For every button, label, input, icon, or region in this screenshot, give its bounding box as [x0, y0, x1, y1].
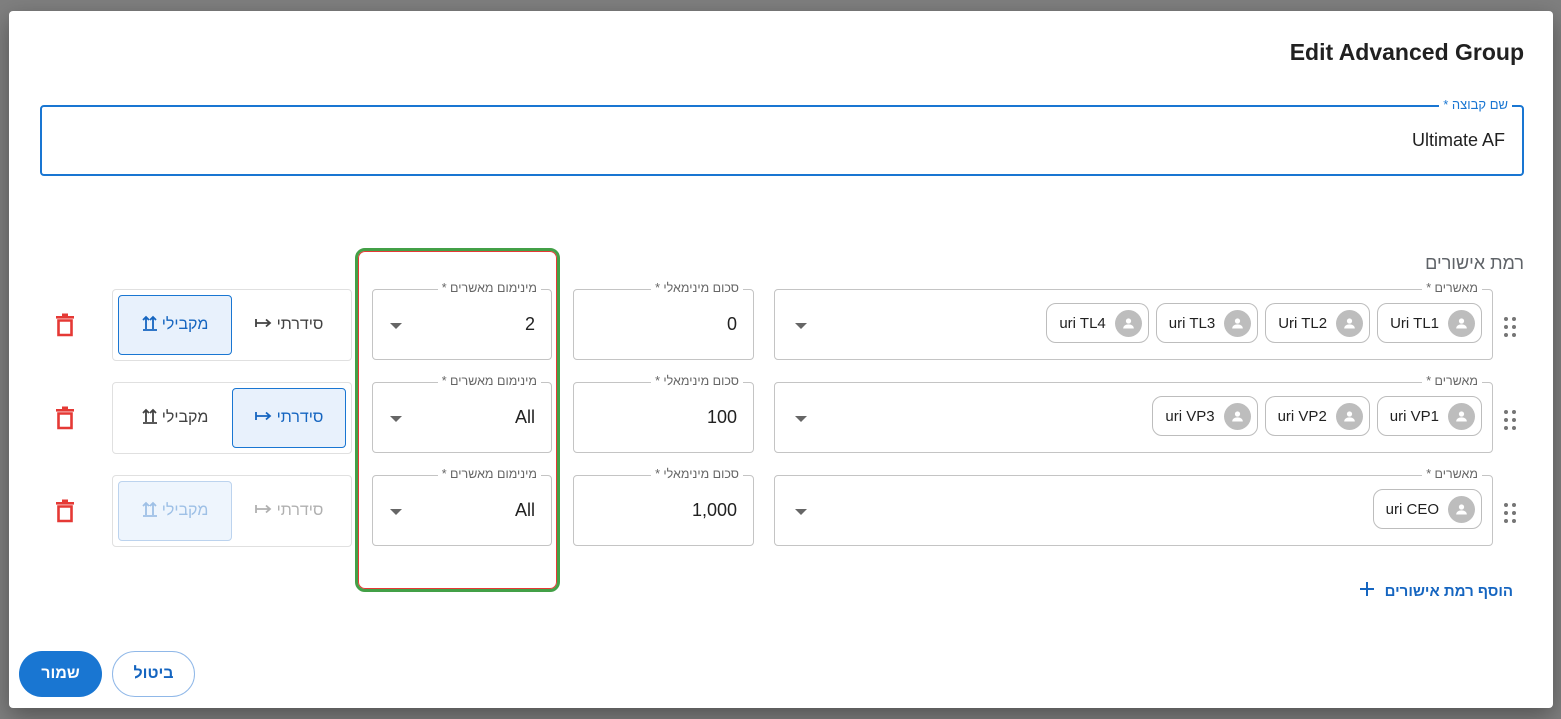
dropdown-arrow-icon[interactable]: [795, 416, 807, 422]
min-amount-field[interactable]: סכום מינימאלי * 100: [573, 374, 754, 453]
dropdown-arrow-icon[interactable]: [795, 323, 807, 329]
approver-name: uri VP1: [1389, 407, 1439, 425]
parallel-label: מקבילי: [161, 316, 209, 333]
person-icon: [1448, 402, 1475, 430]
approvers-label: מאשרים *: [1422, 374, 1482, 388]
min-amount-label: סכום מינימאלי *: [651, 374, 743, 388]
add-level-label: הוסף רמת אישורים: [1384, 582, 1513, 600]
min-amount-value[interactable]: 100: [707, 407, 737, 428]
parallel-button[interactable]: מקבילי: [118, 295, 232, 355]
serial-arrow-icon: [254, 409, 273, 427]
min-amount-label: סכום מינימאלי *: [651, 281, 743, 295]
approver-name: Uri TL1: [1390, 314, 1439, 332]
drag-handle-icon[interactable]: [1503, 409, 1517, 431]
person-icon: [1223, 402, 1251, 430]
min-amount-field[interactable]: סכום מינימאלי * 0: [573, 281, 754, 360]
edit-group-dialog: Edit Advanced Group שם קבוצה * Ultimate …: [9, 11, 1553, 708]
min-amount-value[interactable]: 1,000: [692, 500, 737, 521]
dialog-title: Edit Advanced Group: [1289, 39, 1524, 65]
approver-name: uri CEO: [1385, 500, 1439, 518]
group-name-field[interactable]: שם קבוצה * Ultimate AF: [40, 97, 1524, 176]
approvers-label: מאשרים *: [1422, 467, 1482, 481]
approvers-select[interactable]: מאשרים * Uri TL1 Uri TL2 uri TL3 uri TL4: [774, 281, 1493, 360]
approver-chips: Uri TL1 Uri TL2 uri TL3 uri TL4: [1046, 303, 1482, 343]
min-amount-value[interactable]: 0: [727, 314, 737, 335]
group-name-value[interactable]: Ultimate AF: [1412, 130, 1505, 151]
approver-chip[interactable]: Uri TL2: [1265, 303, 1371, 343]
approver-name: uri TL3: [1168, 314, 1216, 332]
cancel-button[interactable]: ביטול: [112, 651, 195, 697]
approver-chips: uri VP1 uri VP2 uri VP3: [1152, 396, 1482, 436]
person-icon: [1448, 309, 1475, 337]
approver-chip[interactable]: uri VP3: [1152, 396, 1258, 436]
parallel-label: מקבילי: [161, 409, 209, 426]
serial-arrow-icon: [254, 502, 273, 520]
mode-toggle: מקבילי סידרתי: [112, 475, 352, 547]
mode-toggle: מקבילי סידרתי: [112, 382, 352, 454]
approver-chip[interactable]: uri VP1: [1376, 396, 1482, 436]
person-icon: [1335, 402, 1363, 430]
serial-arrow-icon: [254, 316, 273, 334]
approval-levels-title: רמת אישורים: [1425, 253, 1524, 273]
min-amount-field[interactable]: סכום מינימאלי * 1,000: [573, 467, 754, 546]
min-amount-label: סכום מינימאלי *: [651, 467, 743, 481]
approvers-select[interactable]: מאשרים * uri CEO: [774, 467, 1493, 546]
delete-level-trash-icon[interactable]: [55, 313, 75, 337]
add-level-button[interactable]: הוסף רמת אישורים: [1359, 581, 1513, 601]
approver-chip[interactable]: uri TL3: [1155, 303, 1259, 343]
person-icon: [1224, 309, 1252, 337]
approver-chip[interactable]: uri VP2: [1264, 396, 1370, 436]
parallel-label: מקבילי: [161, 502, 209, 519]
drag-handle-icon[interactable]: [1503, 316, 1517, 338]
approver-name: uri VP2: [1277, 407, 1327, 425]
approver-chips: uri CEO: [1372, 489, 1482, 529]
parallel-button[interactable]: מקבילי: [118, 388, 232, 448]
save-button[interactable]: שמור: [19, 651, 102, 697]
approver-chip[interactable]: Uri TL1: [1377, 303, 1482, 343]
person-icon: [1336, 309, 1364, 337]
person-icon: [1114, 309, 1142, 337]
group-name-label: שם קבוצה *: [1439, 97, 1512, 112]
parallel-button[interactable]: מקבילי: [118, 481, 232, 541]
approvers-label: מאשרים *: [1422, 281, 1482, 295]
person-icon: [1448, 495, 1475, 523]
serial-button[interactable]: סידרתי: [232, 481, 346, 541]
parallel-arrows-icon: [142, 315, 158, 336]
delete-level-trash-icon[interactable]: [55, 499, 75, 523]
plus-icon: [1359, 581, 1375, 601]
serial-label: סידרתי: [276, 316, 324, 333]
parallel-arrows-icon: [142, 408, 158, 429]
serial-label: סידרתי: [276, 502, 324, 519]
delete-level-trash-icon[interactable]: [55, 406, 75, 430]
approver-name: Uri TL2: [1278, 314, 1328, 332]
approver-name: uri TL4: [1059, 314, 1106, 332]
approvers-select[interactable]: מאשרים * uri VP1 uri VP2 uri VP3: [774, 374, 1493, 453]
serial-label: סידרתי: [276, 409, 324, 426]
dropdown-arrow-icon[interactable]: [795, 509, 807, 515]
approver-chip[interactable]: uri TL4: [1046, 303, 1149, 343]
serial-button[interactable]: סידרתי: [232, 295, 346, 355]
mode-toggle: מקבילי סידרתי: [112, 289, 352, 361]
min-approvers-highlight: [355, 248, 560, 592]
approver-chip[interactable]: uri CEO: [1372, 489, 1482, 529]
parallel-arrows-icon: [142, 501, 158, 522]
drag-handle-icon[interactable]: [1503, 502, 1517, 524]
approver-name: uri VP3: [1165, 407, 1215, 425]
serial-button[interactable]: סידרתי: [232, 388, 346, 448]
